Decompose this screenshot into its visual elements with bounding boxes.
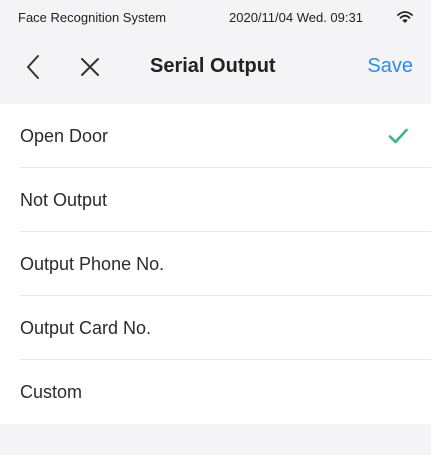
option-output-phone-no[interactable]: Output Phone No. <box>0 232 431 296</box>
app-name: Face Recognition System <box>18 10 167 25</box>
checkmark-icon <box>388 128 408 144</box>
chevron-left-icon[interactable] <box>24 53 42 81</box>
option-label: Output Phone No. <box>20 254 165 274</box>
status-bar: Face Recognition System 2020/11/04 Wed. … <box>0 0 431 34</box>
wifi-icon <box>397 10 413 24</box>
nav-bar: Serial Output Save <box>0 34 431 100</box>
option-custom[interactable]: Custom <box>0 360 431 424</box>
option-label: Output Card No. <box>20 318 152 338</box>
page-title: Serial Output <box>150 55 276 77</box>
close-icon[interactable] <box>79 56 101 78</box>
option-open-door[interactable]: Open Door <box>0 104 431 168</box>
save-button[interactable]: Save <box>367 55 413 78</box>
serial-output-options: Open Door Not Output Output Phone No. Ou… <box>0 104 431 424</box>
status-datetime: 2020/11/04 Wed. 09:31 <box>229 10 363 25</box>
option-output-card-no[interactable]: Output Card No. <box>0 296 431 360</box>
option-label: Custom <box>20 382 83 402</box>
option-label: Not Output <box>20 190 108 210</box>
option-not-output[interactable]: Not Output <box>0 168 431 232</box>
option-label: Open Door <box>20 126 109 146</box>
